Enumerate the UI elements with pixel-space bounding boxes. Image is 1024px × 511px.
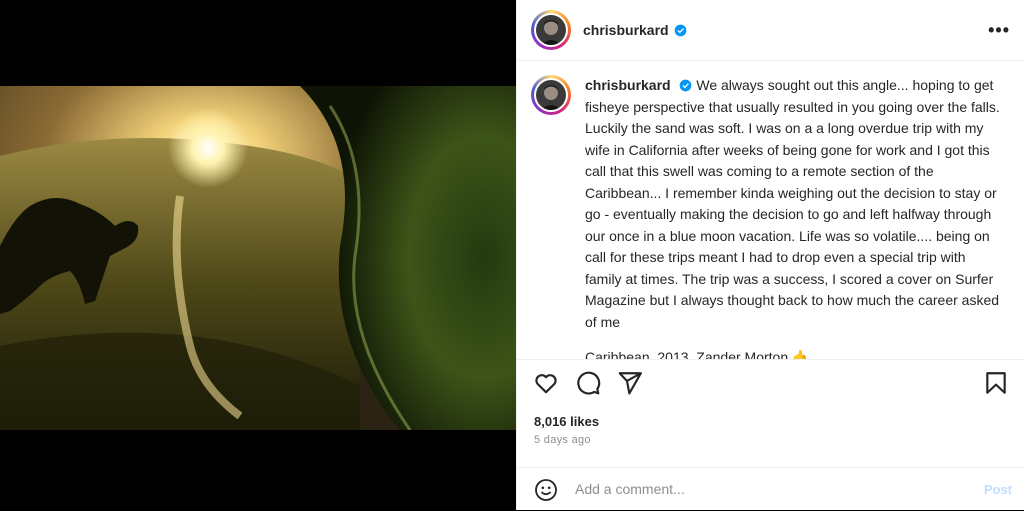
post-timestamp[interactable]: 5 days ago xyxy=(534,434,591,446)
post-media xyxy=(0,0,516,510)
avatar[interactable] xyxy=(531,10,571,50)
instagram-post-view: chrisburkard ••• chrisburkard We always … xyxy=(0,0,1024,510)
avatar-image xyxy=(536,15,566,45)
like-count[interactable]: 8,016 likes xyxy=(534,414,599,429)
post-username[interactable]: chrisburkard xyxy=(583,22,669,38)
more-options-button[interactable]: ••• xyxy=(988,20,1010,41)
action-bar xyxy=(533,370,1009,398)
caption-area[interactable]: chrisburkard We always sought out this a… xyxy=(517,61,1024,359)
avatar-image xyxy=(536,80,566,110)
comment-icon[interactable] xyxy=(575,370,601,396)
share-icon[interactable] xyxy=(617,370,643,396)
divider xyxy=(517,359,1024,360)
emoji-icon[interactable] xyxy=(534,478,558,502)
post-side-panel: chrisburkard ••• chrisburkard We always … xyxy=(516,0,1024,510)
caption-location-line: Caribbean, 2013. Zander Morton 🤙 xyxy=(585,349,810,359)
bookmark-icon[interactable] xyxy=(983,370,1009,396)
caption-body: We always sought out this angle... hopin… xyxy=(585,77,1000,330)
comment-bar: Post xyxy=(517,467,1024,511)
post-photo[interactable] xyxy=(0,86,516,430)
caption-text: chrisburkard We always sought out this a… xyxy=(585,75,1005,359)
caption-username[interactable]: chrisburkard xyxy=(585,77,671,93)
comment-input[interactable] xyxy=(573,480,957,498)
verified-badge-icon xyxy=(674,24,686,36)
caption-avatar[interactable] xyxy=(531,75,571,115)
post-header: chrisburkard ••• xyxy=(517,0,1024,61)
post-comment-button[interactable]: Post xyxy=(984,482,1012,497)
heart-icon[interactable] xyxy=(533,370,559,396)
verified-badge-icon xyxy=(680,79,692,92)
